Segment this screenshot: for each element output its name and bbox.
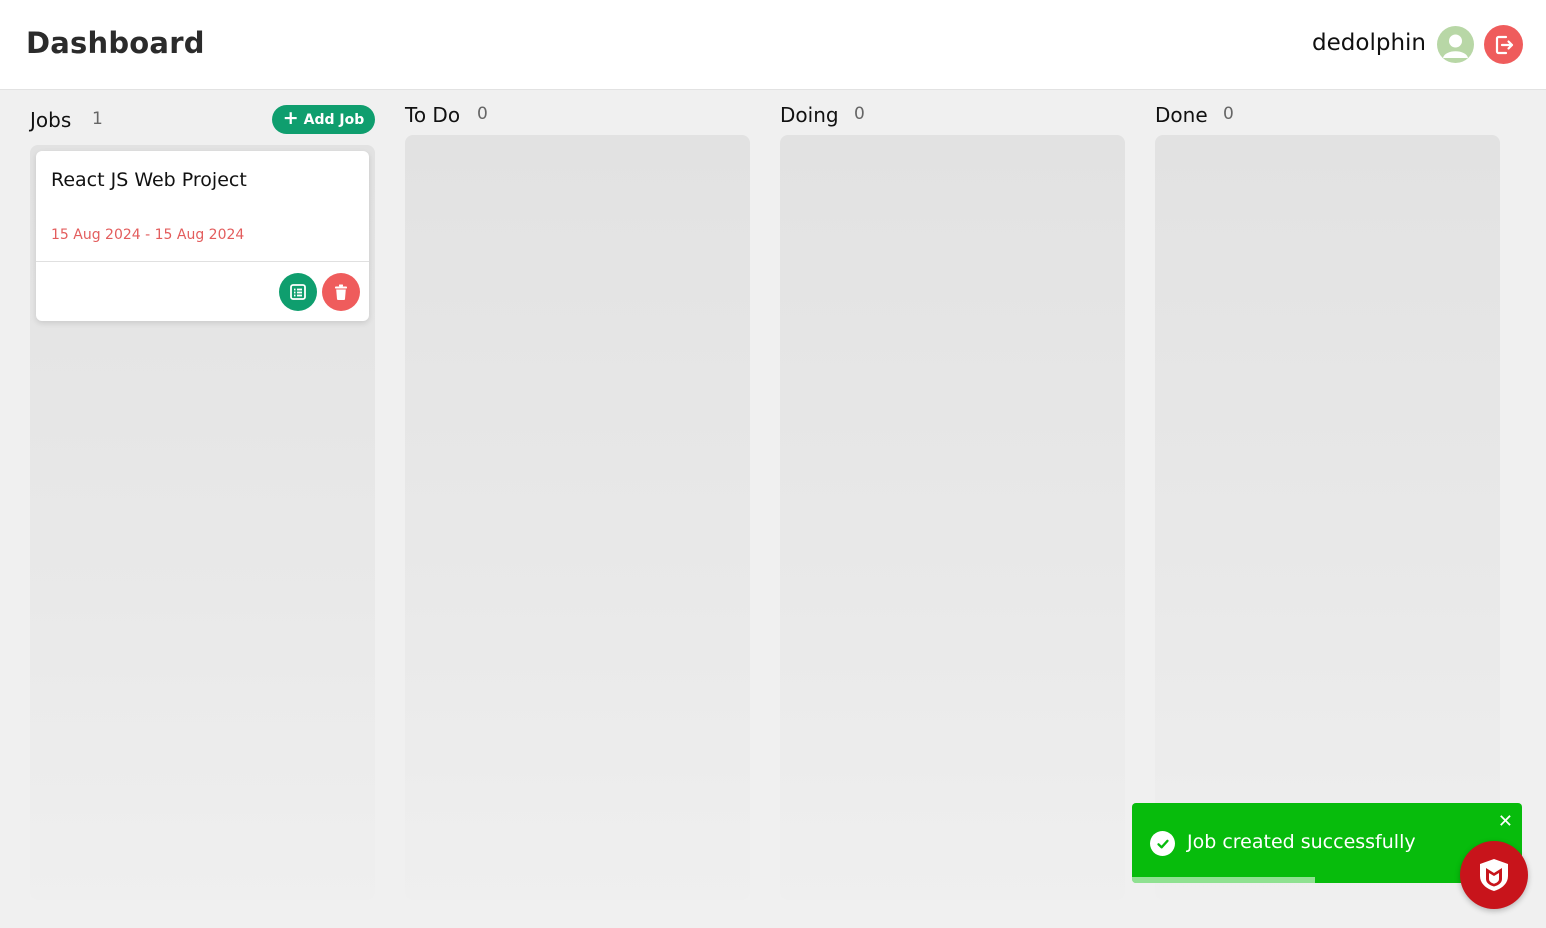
check-circle-icon: [1150, 831, 1175, 856]
delete-job-button[interactable]: [322, 273, 360, 311]
column-body-todo: [405, 135, 750, 900]
job-title: React JS Web Project: [51, 169, 247, 191]
column-count: 0: [1223, 104, 1234, 124]
column-title: Doing: [780, 103, 839, 127]
column-count: 0: [854, 104, 865, 124]
page-title: Dashboard: [26, 26, 205, 60]
column-body-done: [1155, 135, 1500, 900]
column-header-done: Done 0: [1155, 103, 1500, 133]
list-icon: [290, 284, 306, 300]
column-title: To Do: [405, 103, 461, 127]
column-header-doing: Doing 0: [780, 103, 1125, 133]
column-body-doing: [780, 135, 1125, 900]
add-job-label: Add Job: [303, 111, 365, 128]
add-job-button[interactable]: + Add Job: [272, 105, 375, 134]
card-divider: [36, 261, 369, 262]
job-card[interactable]: React JS Web Project 15 Aug 2024 - 15 Au…: [36, 151, 369, 321]
close-icon[interactable]: ✕: [1498, 813, 1513, 831]
security-shield-badge[interactable]: [1460, 841, 1528, 909]
column-count: 0: [477, 104, 488, 124]
trash-icon: [335, 284, 347, 300]
toast-message: Job created successfully: [1187, 831, 1416, 853]
logout-button[interactable]: [1484, 25, 1523, 64]
view-details-button[interactable]: [279, 273, 317, 311]
column-title: Done: [1155, 103, 1208, 127]
user-avatar-icon[interactable]: [1437, 26, 1474, 63]
shield-icon: [1480, 859, 1508, 891]
logout-icon: [1495, 35, 1513, 54]
username-label: dedolphin: [1312, 30, 1426, 56]
column-header-todo: To Do 0: [405, 103, 750, 133]
column-count: 1: [92, 109, 103, 129]
job-dates: 15 Aug 2024 - 15 Aug 2024: [51, 227, 245, 243]
app-header: Dashboard dedolphin: [0, 0, 1546, 90]
column-title: Jobs: [30, 108, 72, 132]
plus-icon: +: [282, 107, 299, 129]
